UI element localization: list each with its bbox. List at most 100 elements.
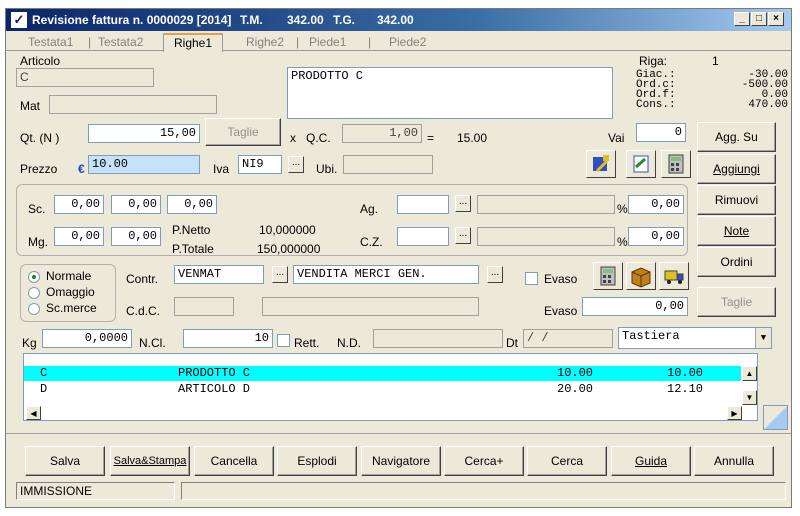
vai-field[interactable]: 0 [636,123,686,142]
invoice-revision-window: ✓ Revisione fattura n. 0000029 [2014] T.… [5,8,792,508]
export-button[interactable] [586,150,616,178]
radio-scmerce[interactable] [28,303,40,315]
aggiungi-button-label: Aggiungi [713,162,760,176]
table-row[interactable]: D ARTICOLO D 20.00 12.10 [24,382,741,397]
annulla-button[interactable]: Annulla [694,446,774,476]
iva-field[interactable]: NI9 [238,155,282,174]
maximize-button[interactable]: □ [751,12,767,26]
contr-desc-lookup-button[interactable]: ... [487,266,503,283]
tg-label: T.G. [333,13,356,27]
scroll-right-button[interactable]: ▶ [727,406,742,420]
cdc-code-field[interactable] [174,297,234,316]
dt-field[interactable]: / / [523,329,613,348]
evaso-checkbox[interactable] [525,272,538,285]
truck-button[interactable] [659,262,689,290]
cerca-button-label: Cerca [550,454,583,468]
scroll-left-button[interactable]: ◀ [26,406,41,420]
cz-code-field[interactable] [397,227,449,246]
ubi-label: Ubi. [316,162,338,176]
scroll-down-button[interactable]: ▼ [742,390,757,405]
calculator2-button[interactable] [593,262,623,290]
tab-righe1[interactable]: Righe1 [163,33,224,52]
tab-testata2[interactable]: Testata2 [98,35,143,49]
ag-code-field[interactable] [397,195,449,214]
iva-lookup-button[interactable]: ... [288,156,304,173]
rimuovi-button[interactable]: Rimuovi [697,185,776,215]
cancella-button[interactable]: Cancella [194,446,274,476]
sc2-field[interactable]: 0,00 [111,195,161,214]
vai-label: Vai [608,131,625,145]
contr-lookup-button[interactable]: ... [272,266,288,283]
notes-button[interactable] [626,150,656,178]
tastiera-select[interactable]: Tastiera ▼ [618,327,772,349]
corner-resize-icon[interactable] [763,405,788,430]
table-row[interactable]: C PRODOTTO C 10.00 10.00 [24,366,741,381]
note-button-label: Note [723,224,750,238]
evaso-value-field[interactable]: 0,00 [582,297,688,316]
cancella-button-label: Cancella [210,454,258,468]
tab-righe2[interactable]: Righe2 [246,35,284,49]
box-button[interactable] [626,262,656,290]
ncl-label: N.Cl. [139,336,166,350]
sc3-field[interactable]: 0,00 [167,195,217,214]
cz-lookup-button[interactable]: ... [455,227,471,244]
rett-checkbox[interactable] [277,334,290,347]
row-qty: 10.00 [557,366,594,380]
sc-label: Sc. [28,202,46,216]
guida-button[interactable]: Guida [611,446,691,476]
tab-piede1[interactable]: Piede1 [309,35,346,49]
ag-pct-field[interactable]: 0,00 [628,195,684,214]
prezzo-field[interactable]: 10.00 [88,155,200,174]
nd-label: N.D. [337,336,361,350]
ag-label: Ag. [360,202,379,216]
agg-su-button[interactable]: Agg. Su [697,122,776,152]
sc1-field[interactable]: 0,00 [54,195,104,214]
cdc-description-field[interactable] [262,297,479,316]
ag-description-field[interactable] [477,195,615,214]
cerca-button[interactable]: Cerca [527,446,607,476]
ncl-field[interactable]: 10 [183,329,273,348]
stock-panel: Giac.: -30.00 Ord.c: -500.00 Ord.f: 0.00 Co… [636,70,788,111]
tab-piede2[interactable]: Piede2 [389,35,426,49]
close-button[interactable]: × [768,12,784,26]
ordini-button[interactable]: Ordini [697,247,776,277]
scroll-up-button[interactable]: ▲ [742,366,757,381]
articolo-code-field[interactable]: C [16,68,154,87]
cerca-plus-button[interactable]: Cerca+ [444,446,524,476]
ubi-field[interactable] [343,155,433,174]
chevron-down-icon[interactable]: ▼ [755,328,771,348]
aggiungi-button[interactable]: Aggiungi [697,154,776,184]
tab-separator: | [88,35,92,49]
calculator-button[interactable] [661,150,691,178]
taglie-button[interactable]: Taglie [697,287,776,317]
mat-field[interactable] [49,95,217,114]
radio-normale[interactable] [28,271,40,283]
ag-lookup-button[interactable]: ... [455,195,471,212]
ptotale-label: P.Totale [172,242,214,256]
salva-stampa-button[interactable]: Salva&Stampa [110,446,190,476]
iva-label: Iva [213,162,230,176]
prezzo-label: Prezzo [20,162,58,176]
tab-testata1[interactable]: Testata1 [28,35,73,49]
cz-pct-field[interactable]: 0,00 [628,227,684,246]
cz-description-field[interactable] [477,227,615,246]
nd-field[interactable] [373,329,503,348]
contr-code-field[interactable]: VENMAT [174,265,264,284]
navigatore-button[interactable]: Navigatore [361,446,441,476]
mg1-field[interactable]: 0,00 [54,227,104,246]
note-button[interactable]: Note [697,216,776,246]
euro-icon: € [78,162,85,176]
calculator-icon [668,154,684,174]
qty-field[interactable]: 15,00 [88,124,200,143]
mg-label: Mg. [28,235,49,249]
taglie-inline-button[interactable]: Taglie [205,118,281,146]
salva-button[interactable]: Salva [25,446,105,476]
minimize-button[interactable]: _ [734,12,750,26]
mg2-field[interactable]: 0,00 [111,227,161,246]
articolo-description-field[interactable]: PRODOTTO C [287,67,613,119]
kg-field[interactable]: 0,0000 [42,329,132,348]
qc-field[interactable]: 1,00 [342,124,422,143]
radio-omaggio[interactable] [28,287,40,299]
esplodi-button[interactable]: Esplodi [277,446,357,476]
contr-description-field[interactable]: VENDITA MERCI GEN. [293,265,479,284]
